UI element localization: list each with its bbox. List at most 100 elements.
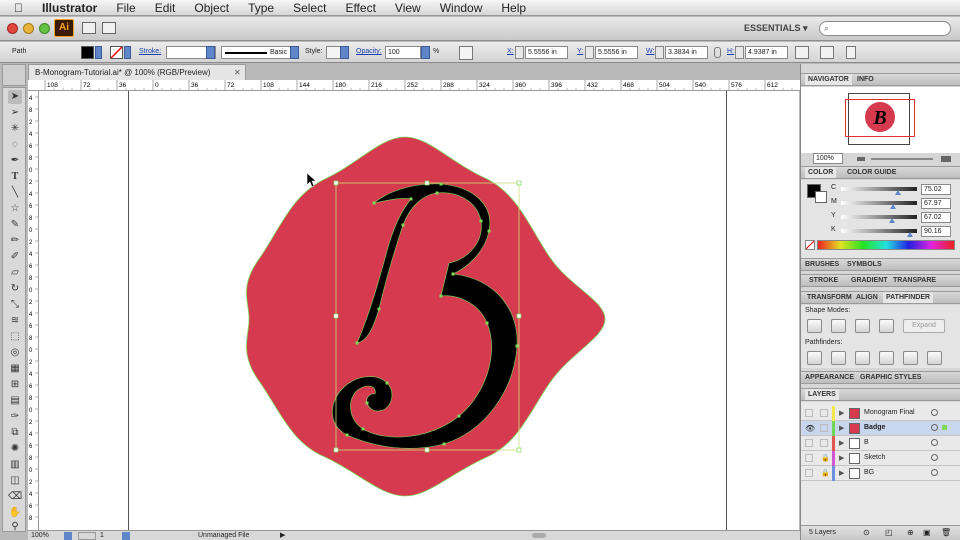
merge-button[interactable] — [855, 351, 870, 365]
target-circle-icon[interactable] — [931, 454, 938, 461]
expand-button[interactable]: Expand — [903, 319, 945, 333]
bounding-box-handle[interactable] — [424, 447, 430, 453]
channel-value-field[interactable]: 67.02 — [921, 212, 951, 223]
stroke-color-swatch[interactable] — [815, 191, 827, 203]
bounding-box-handle[interactable] — [516, 447, 522, 453]
lock-icon[interactable]: 🔒 — [821, 469, 830, 477]
crop-button[interactable] — [879, 351, 894, 365]
tab-transparency[interactable]: TRANSPARE — [893, 277, 936, 284]
menu-edit[interactable]: Edit — [155, 1, 176, 15]
symbol-sprayer-icon[interactable]: ✺ — [8, 442, 22, 456]
zoom-in-icon[interactable] — [941, 156, 951, 162]
selected-art-indicator[interactable] — [942, 425, 947, 430]
anchor-point[interactable] — [487, 229, 491, 233]
lock-icon[interactable]: 🔒 — [821, 454, 830, 462]
blend-tool-icon[interactable]: ⧉ — [8, 426, 22, 440]
opacity-dropdown[interactable] — [421, 46, 430, 59]
style-dropdown[interactable] — [340, 46, 349, 59]
pencil-icon[interactable]: ✏ — [8, 234, 22, 248]
channel-value-field[interactable]: 67.97 — [921, 198, 951, 209]
layer-row[interactable]: ▶ B — [801, 436, 960, 451]
target-circle-icon[interactable] — [931, 469, 938, 476]
minus-front-button[interactable] — [831, 319, 846, 333]
visibility-toggle[interactable] — [805, 409, 813, 417]
unite-button[interactable] — [807, 319, 822, 333]
menu-object[interactable]: Object — [194, 1, 229, 15]
menu-window[interactable]: Window — [440, 1, 483, 15]
blob-brush-icon[interactable]: ✐ — [8, 250, 22, 264]
channel-slider-thumb[interactable] — [895, 190, 901, 195]
locate-object-icon[interactable]: ⊙ — [863, 528, 870, 537]
channel-slider[interactable] — [841, 215, 917, 219]
channel-slider-thumb[interactable] — [906, 232, 913, 237]
type-tool-icon[interactable]: T — [8, 170, 22, 184]
perspective-grid-icon[interactable]: ▦ — [8, 362, 22, 376]
zoom-tool-icon[interactable]: ⚲ — [8, 520, 22, 534]
visibility-eye-icon[interactable]: 👁 — [805, 424, 815, 433]
slice-tool-icon[interactable]: ⌫ — [8, 490, 22, 504]
h-stepper[interactable] — [735, 46, 744, 59]
expand-layer-icon[interactable]: ▶ — [839, 469, 844, 477]
delete-layer-icon[interactable]: 🗑 — [941, 528, 951, 537]
app-menu[interactable]: Illustrator — [42, 1, 97, 15]
anchor-point[interactable] — [372, 201, 376, 205]
lock-toggle[interactable] — [820, 409, 828, 417]
pen-tool-icon[interactable]: ✒ — [8, 154, 22, 168]
w-stepper[interactable] — [655, 46, 664, 59]
artboard-tool-icon[interactable]: ◫ — [8, 474, 22, 488]
layer-row[interactable]: ▶ Monogram Final — [801, 406, 960, 421]
target-circle-icon[interactable] — [931, 409, 938, 416]
channel-value-field[interactable]: 75.02 — [921, 184, 951, 195]
anchor-point[interactable] — [479, 219, 483, 223]
anchor-point[interactable] — [401, 223, 405, 227]
layer-row[interactable]: 🔒 ▶ Sketch — [801, 451, 960, 466]
expand-layer-icon[interactable]: ▶ — [839, 454, 844, 462]
line-tool-icon[interactable]: ╲ — [8, 186, 22, 200]
tab-gradient[interactable]: GRADIENT — [851, 277, 888, 284]
y-field[interactable]: 5.5556 in — [595, 46, 638, 59]
direct-selection-icon[interactable]: ➢ — [8, 106, 22, 120]
artwork[interactable] — [39, 91, 799, 530]
arrange-documents-icon[interactable] — [102, 22, 116, 34]
close-window-button[interactable] — [7, 23, 18, 34]
workspace-switcher[interactable]: ESSENTIALS ▾ — [744, 23, 808, 34]
visibility-toggle[interactable] — [805, 439, 813, 447]
isolate-selection-icon[interactable] — [820, 46, 834, 59]
anchor-point[interactable] — [439, 294, 443, 298]
tab-transform[interactable]: TRANSFORM — [807, 294, 852, 301]
navigator-preview[interactable]: B — [801, 87, 960, 153]
tab-symbols[interactable]: SYMBOLS — [847, 261, 882, 268]
anchor-point[interactable] — [365, 401, 369, 405]
horizontal-scrollbar-thumb[interactable] — [532, 533, 546, 538]
star-tool-icon[interactable]: ☆ — [8, 202, 22, 216]
gradient-tool-icon[interactable]: ▤ — [8, 394, 22, 408]
anchor-point[interactable] — [377, 307, 381, 311]
menu-file[interactable]: File — [116, 1, 135, 15]
menu-type[interactable]: Type — [248, 1, 274, 15]
expand-layer-icon[interactable]: ▶ — [839, 409, 844, 417]
constrain-proportions-icon[interactable] — [714, 47, 721, 58]
status-menu-arrow[interactable]: ▶ — [280, 531, 285, 539]
control-panel-menu-icon[interactable] — [846, 46, 856, 59]
intersect-button[interactable] — [855, 319, 870, 333]
tab-appearance[interactable]: APPEARANCE — [805, 374, 854, 381]
channel-slider[interactable] — [841, 187, 917, 191]
menu-help[interactable]: Help — [501, 1, 526, 15]
bounding-box-handle[interactable] — [516, 180, 522, 186]
channel-value-field[interactable]: 90.16 — [921, 226, 951, 237]
paintbrush-icon[interactable]: ✎ — [8, 218, 22, 232]
anchor-point[interactable] — [439, 182, 443, 186]
transform-again-icon[interactable] — [795, 46, 809, 59]
document-tab[interactable]: B-Monogram-Tutorial.ai* @ 100% (RGB/Prev… — [28, 64, 246, 80]
tab-info[interactable]: INFO — [857, 76, 874, 83]
anchor-point[interactable] — [355, 341, 359, 345]
expand-layer-icon[interactable]: ▶ — [839, 424, 844, 432]
anchor-point[interactable] — [457, 414, 461, 418]
menu-select[interactable]: Select — [293, 1, 326, 15]
channel-slider-thumb[interactable] — [888, 218, 895, 223]
tab-graphic-styles[interactable]: GRAPHIC STYLES — [860, 374, 921, 381]
y-stepper[interactable] — [585, 46, 594, 59]
eraser-icon[interactable]: ▱ — [8, 266, 22, 280]
bounding-box-handle[interactable] — [516, 313, 522, 319]
anchor-point[interactable] — [515, 344, 519, 348]
